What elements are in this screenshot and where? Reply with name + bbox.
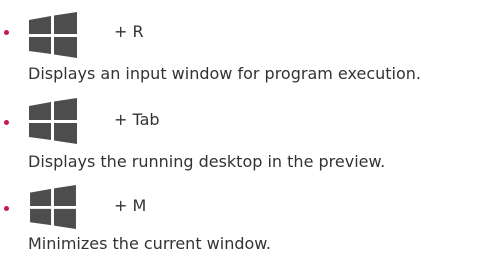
shortcut-description: Minimizes the current window. [28, 234, 271, 253]
bullet-icon [4, 206, 9, 211]
shortcut-key-label: + R [114, 22, 144, 41]
shortcut-key-label: + Tab [114, 110, 160, 129]
windows-logo-icon [30, 185, 76, 229]
bullet-icon [4, 30, 9, 35]
shortcut-key-label: + M [114, 196, 147, 215]
windows-logo-icon [29, 12, 77, 58]
shortcut-description: Displays the running desktop in the prev… [28, 152, 386, 171]
bullet-icon [4, 120, 9, 125]
shortcut-description: Displays an input window for program exe… [28, 64, 421, 83]
windows-logo-icon [29, 98, 77, 144]
